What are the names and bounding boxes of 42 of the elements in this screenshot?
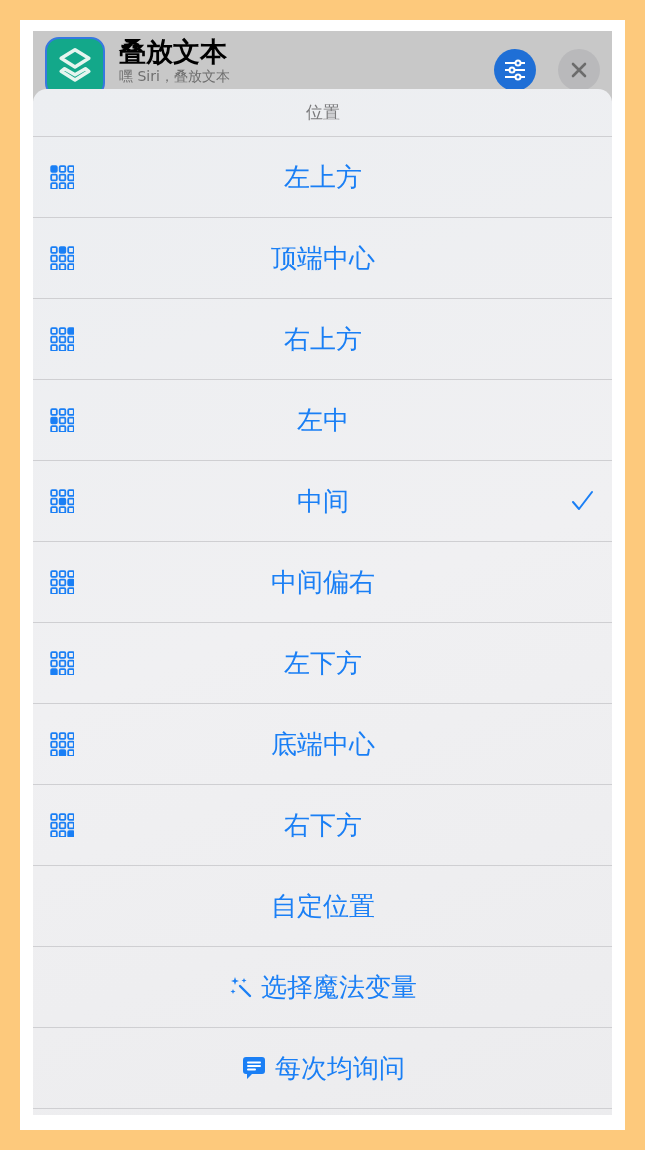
option-label: 底端中心 <box>270 727 375 761</box>
option-label: 右上方 <box>283 322 362 356</box>
message-icon <box>240 1055 267 1081</box>
grid-icon <box>50 651 74 675</box>
option-row[interactable]: 右下方 <box>33 785 612 866</box>
option-row[interactable]: 中间偏右 <box>33 542 612 623</box>
sheet-title: 位置 <box>305 101 340 124</box>
settings-button[interactable] <box>494 49 536 91</box>
option-label: 左中 <box>296 403 349 437</box>
grid-icon <box>50 570 74 594</box>
grid-icon <box>50 165 74 189</box>
grid-icon <box>50 489 74 513</box>
option-row[interactable]: 左中 <box>33 380 612 461</box>
grid-icon <box>50 813 74 837</box>
option-label: 左下方 <box>283 646 362 680</box>
option-row[interactable]: 选择魔法变量 <box>33 947 612 1028</box>
grid-icon <box>50 327 74 351</box>
grid-icon <box>50 408 74 432</box>
option-label: 中间偏右 <box>270 565 375 599</box>
option-row[interactable]: 左下方 <box>33 623 612 704</box>
option-row[interactable]: 左上方 <box>33 137 612 218</box>
action-title: 叠放文本 <box>119 37 228 67</box>
close-icon <box>569 60 589 80</box>
grid-icon <box>50 732 74 756</box>
option-row[interactable]: 自定位置 <box>33 866 612 947</box>
grid-icon <box>50 246 74 270</box>
option-row[interactable]: 中间 <box>33 461 612 542</box>
sparkle-wand-icon <box>228 975 253 999</box>
option-row[interactable]: 顶端中心 <box>33 218 612 299</box>
option-label: 每次均询问 <box>274 1051 405 1085</box>
option-label: 右下方 <box>283 808 362 842</box>
option-label: 选择魔法变量 <box>260 970 417 1004</box>
option-row[interactable]: 底端中心 <box>33 704 612 785</box>
option-label: 自定位置 <box>270 889 375 923</box>
option-label: 顶端中心 <box>270 241 375 275</box>
action-subtitle: 嘿 Siri，叠放文本 <box>119 67 231 85</box>
option-label: 中间 <box>296 484 349 518</box>
option-row[interactable]: 每次均询问 <box>33 1028 612 1109</box>
close-button[interactable] <box>558 49 600 91</box>
option-row[interactable]: 右上方 <box>33 299 612 380</box>
checkmark-icon <box>570 489 594 513</box>
option-label: 左上方 <box>283 160 362 194</box>
